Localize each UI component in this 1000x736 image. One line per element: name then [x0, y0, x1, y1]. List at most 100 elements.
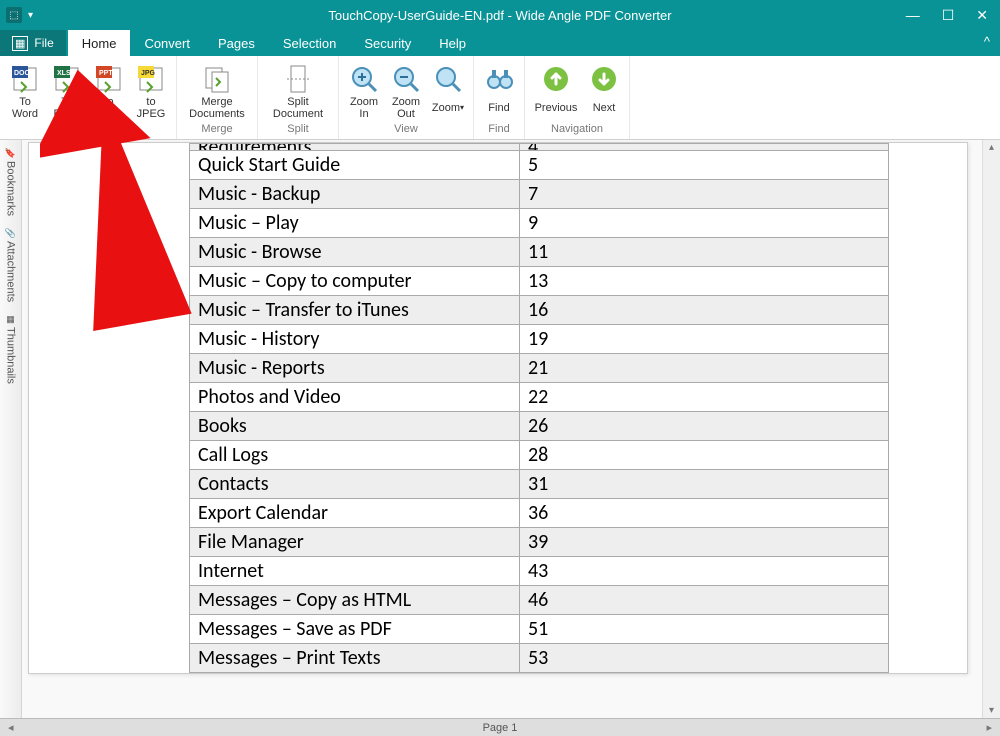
svg-text:JPG: JPG	[141, 70, 156, 77]
collapse-ribbon-icon[interactable]: ^	[984, 34, 990, 49]
zoom-icon	[431, 62, 465, 96]
scroll-down-icon[interactable]: ▾	[987, 703, 996, 718]
content-area: 🔖 Bookmarks 📎Attachments ▦Thumbnails Requ…	[0, 140, 1000, 718]
file-menu-icon: ▦	[12, 36, 28, 51]
find-group-label: Find	[488, 123, 509, 137]
table-row: Books26	[190, 412, 889, 441]
tab-security[interactable]: Security	[350, 30, 425, 56]
toc-title-cell: Quick Start Guide	[190, 151, 520, 180]
ppt-file-icon: PPT	[92, 62, 126, 96]
merge-icon	[200, 62, 234, 96]
zoom-in-button[interactable]: Zoom In	[345, 60, 383, 120]
scroll-left-icon[interactable]: ◂	[2, 721, 20, 734]
title-bar: ⬚ ▾ TouchCopy-UserGuide-EN.pdf - Wide An…	[0, 0, 1000, 30]
previous-arrow-icon	[539, 62, 573, 96]
ribbon-group-view: Zoom In Zoom Out Zoom ▾ View	[339, 56, 474, 139]
toc-page-cell: 19	[520, 325, 889, 354]
toc-page-cell: 9	[520, 209, 889, 238]
maximize-button[interactable]: ☐	[936, 7, 961, 24]
side-panel: 🔖 Bookmarks 📎Attachments ▦Thumbnails	[0, 140, 22, 718]
document-viewport[interactable]: Requirements4Quick Start Guide5Music - B…	[22, 140, 982, 718]
table-row: Messages – Save as PDF51	[190, 615, 889, 644]
tab-selection[interactable]: Selection	[269, 30, 350, 56]
table-row: Music – Copy to computer13	[190, 267, 889, 296]
to-word-button[interactable]: DOCX To Word	[6, 60, 44, 120]
ribbon: DOCX To Word XLS To Excel PPT to PPT JPG	[0, 56, 1000, 140]
file-menu[interactable]: ▦ File	[0, 30, 66, 56]
vertical-scrollbar[interactable]: ▴ ▾	[982, 140, 1000, 718]
toc-page-cell: 21	[520, 354, 889, 383]
split-group-label: Split	[287, 123, 308, 137]
close-button[interactable]: ✕	[970, 7, 994, 24]
ribbon-group-split: Split Document Split	[258, 56, 339, 139]
table-row: Music – Transfer to iTunes16	[190, 296, 889, 325]
jpeg-file-icon: JPG	[134, 62, 168, 96]
tab-selection-label: Selection	[283, 36, 336, 51]
tab-home-label: Home	[82, 36, 117, 51]
scrollbar-track[interactable]	[983, 155, 1000, 703]
table-row: Music - History19	[190, 325, 889, 354]
to-jpeg-button[interactable]: JPG to JPEG	[132, 60, 170, 120]
side-tab-bookmarks[interactable]: 🔖 Bookmarks	[5, 144, 17, 220]
minimize-button[interactable]: —	[900, 7, 926, 23]
table-row: Requirements4	[190, 144, 889, 151]
chevron-down-icon: ▾	[460, 102, 464, 114]
tab-convert-label: Convert	[144, 36, 190, 51]
tab-help-label: Help	[439, 36, 466, 51]
scroll-up-icon[interactable]: ▴	[987, 140, 996, 155]
scroll-right-icon[interactable]: ▸	[980, 721, 998, 734]
toc-page-cell: 51	[520, 615, 889, 644]
toc-title-cell: Books	[190, 412, 520, 441]
zoom-dropdown-button[interactable]: Zoom ▾	[429, 60, 467, 120]
toc-title-cell: Music – Copy to computer	[190, 267, 520, 296]
titlebar-dropdown-icon[interactable]: ▾	[28, 10, 33, 21]
table-row: Photos and Video22	[190, 383, 889, 412]
side-tab-thumbnails[interactable]: ▦Thumbnails	[5, 310, 17, 388]
tab-pages-label: Pages	[218, 36, 255, 51]
app-icon: ⬚	[6, 7, 22, 23]
toc-title-cell: Photos and Video	[190, 383, 520, 412]
tab-convert[interactable]: Convert	[130, 30, 204, 56]
to-excel-button[interactable]: XLS To Excel	[48, 60, 86, 120]
tab-pages[interactable]: Pages	[204, 30, 269, 56]
titlebar-left-icons: ⬚ ▾	[6, 7, 33, 23]
to-ppt-button[interactable]: PPT to PPT	[90, 60, 128, 120]
bookmark-icon: 🔖	[5, 148, 16, 159]
zoom-label: Zoom ▾	[432, 96, 464, 120]
next-button[interactable]: Next	[585, 60, 623, 120]
toc-page-cell: 7	[520, 180, 889, 209]
side-tab-bookmarks-label: Bookmarks	[5, 161, 17, 216]
toc-title-cell: Messages – Save as PDF	[190, 615, 520, 644]
word-file-icon: DOCX	[8, 62, 42, 96]
toc-page-cell: 39	[520, 528, 889, 557]
zoom-in-label: Zoom In	[350, 96, 378, 120]
merge-documents-button[interactable]: Merge Documents	[183, 60, 251, 120]
toc-page-cell: 16	[520, 296, 889, 325]
find-button[interactable]: Find	[480, 60, 518, 120]
menu-bar: ▦ File Home Convert Pages Selection Secu…	[0, 30, 1000, 56]
svg-text:PPT: PPT	[99, 70, 113, 77]
to-word-label: To Word	[12, 96, 38, 120]
table-row: Music – Play9	[190, 209, 889, 238]
previous-label: Previous	[535, 96, 578, 120]
side-tab-attachments[interactable]: 📎Attachments	[5, 224, 17, 306]
previous-button[interactable]: Previous	[531, 60, 581, 120]
to-excel-label: To Excel	[54, 96, 81, 120]
side-tab-attachments-label: Attachments	[5, 241, 17, 302]
toc-page-cell: 36	[520, 499, 889, 528]
tab-home[interactable]: Home	[68, 30, 131, 56]
window-title: TouchCopy-UserGuide-EN.pdf - Wide Angle …	[328, 8, 671, 23]
zoom-out-button[interactable]: Zoom Out	[387, 60, 425, 120]
table-row: Call Logs28	[190, 441, 889, 470]
table-row: Music - Backup7	[190, 180, 889, 209]
zoom-out-label: Zoom Out	[392, 96, 420, 120]
next-label: Next	[593, 96, 616, 120]
tab-help[interactable]: Help	[425, 30, 480, 56]
toc-page-cell: 53	[520, 644, 889, 673]
page-indicator: Page 1	[483, 722, 518, 734]
table-row: Messages – Print Texts53	[190, 644, 889, 673]
split-document-button[interactable]: Split Document	[264, 60, 332, 120]
toc-title-cell: Music - Reports	[190, 354, 520, 383]
find-label: Find	[488, 96, 509, 120]
toc-page-cell: 13	[520, 267, 889, 296]
